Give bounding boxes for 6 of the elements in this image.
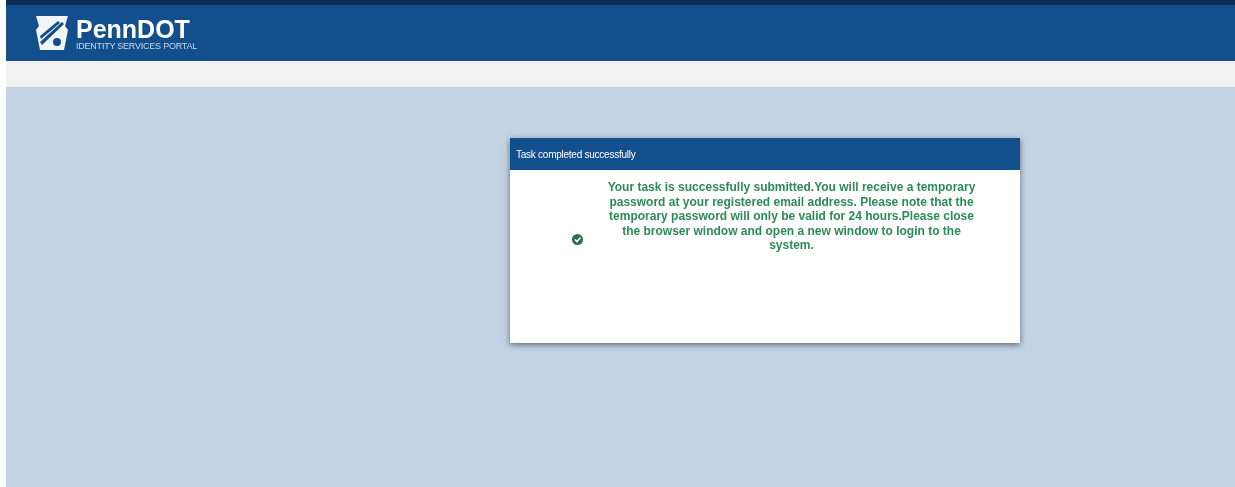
brand-name: PennDOT [76, 15, 191, 42]
keystone-logo-icon [34, 14, 70, 52]
checkmark-icon [572, 233, 583, 245]
dialog-title: Task completed successfully [510, 138, 1020, 170]
success-message: Your task is successfully submitted.You will receive a temporary password at your registered email address. Please note that the temporary password will only be valid for 24 hours.Please close the browser window and open a new window to login to the system. [606, 180, 977, 253]
portal-subtitle: IDENTITY SERVICES PORTAL [76, 41, 197, 51]
